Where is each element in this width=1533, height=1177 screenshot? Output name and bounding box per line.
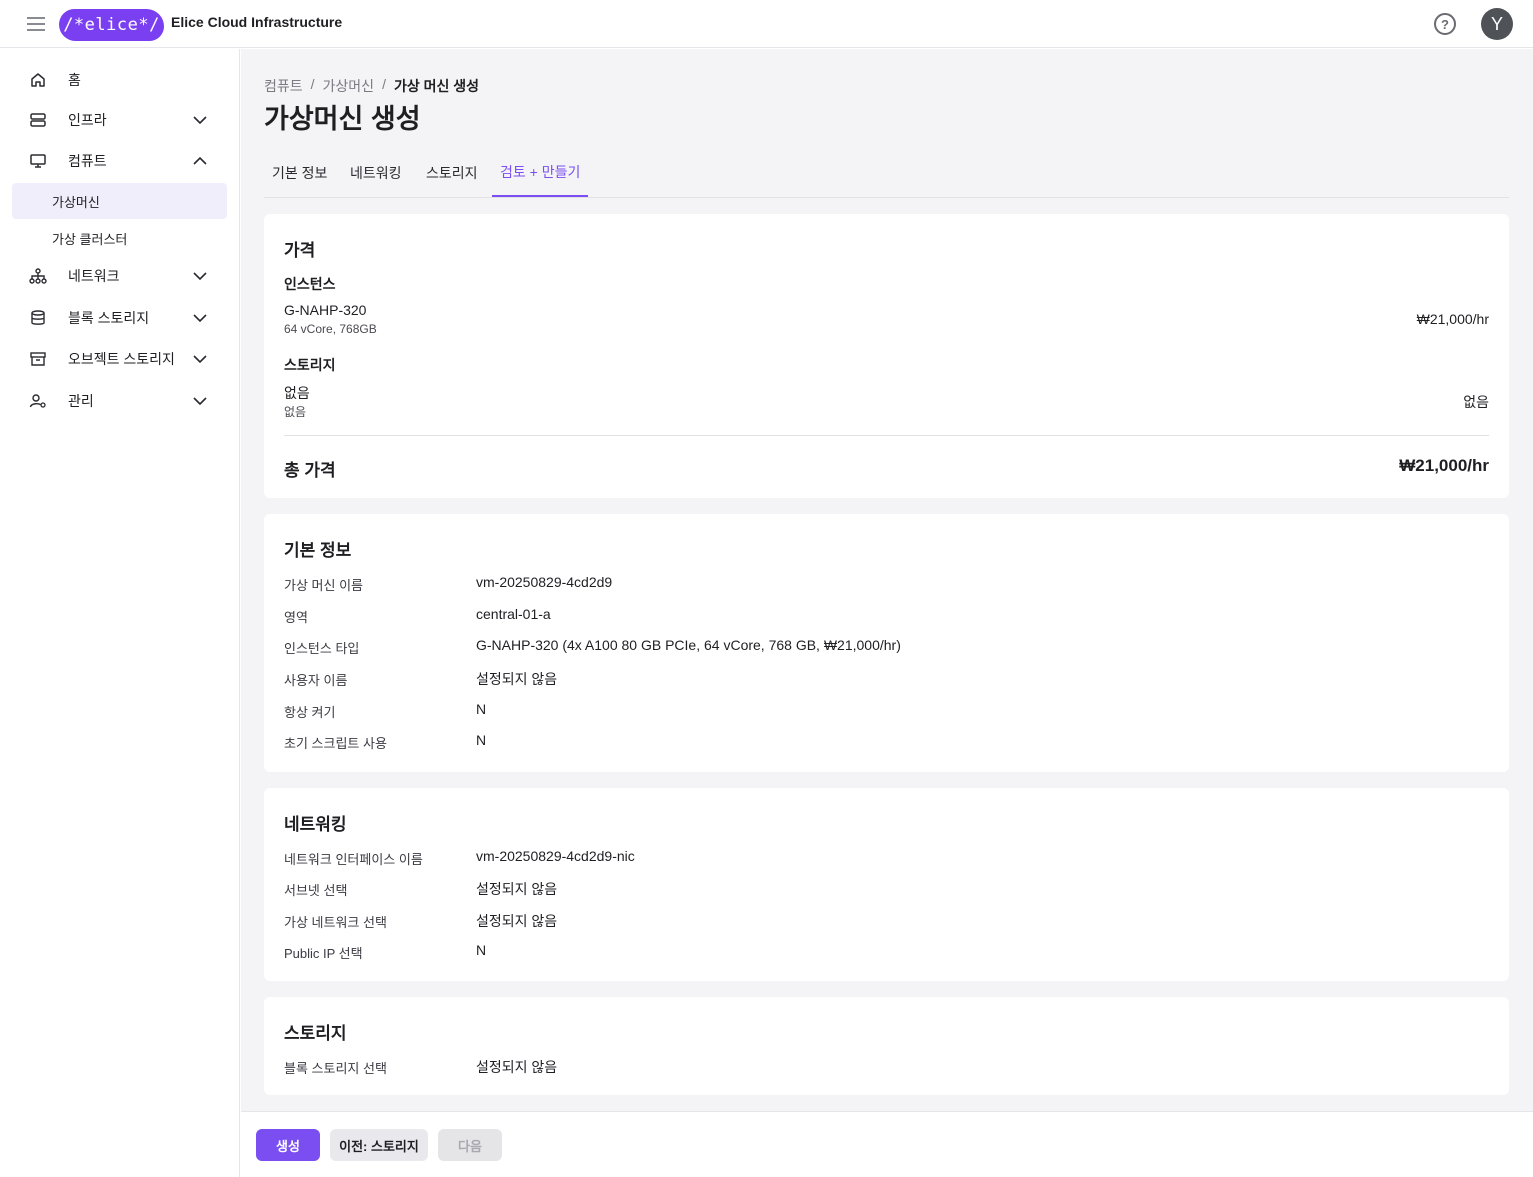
chevron-up-icon xyxy=(192,153,208,169)
breadcrumb-separator: / xyxy=(310,76,315,92)
tab-review-create[interactable]: 검토 + 만들기 xyxy=(492,149,589,197)
storage-heading: 스토리지 xyxy=(284,357,336,373)
storage-card: 스토리지 블록 스토리지 선택 설정되지 않음 xyxy=(264,997,1509,1095)
kv-key: 초기 스크립트 사용 xyxy=(284,736,387,751)
tab-bar: 기본 정보 네트워킹 스토리지 검토 + 만들기 xyxy=(264,149,1509,198)
storage-title: 스토리지 xyxy=(284,1024,347,1043)
kv-key: 사용자 이름 xyxy=(284,673,348,688)
help-icon[interactable]: ? xyxy=(1434,13,1456,35)
home-icon xyxy=(29,71,47,89)
network-icon xyxy=(29,267,47,285)
sidebar-subitem-vm[interactable]: 가상머신 xyxy=(12,183,227,219)
sidebar-item-label: 오브젝트 스토리지 xyxy=(68,351,175,367)
main-content: 컴퓨트 / 가상머신 / 가상 머신 생성 가상머신 생성 기본 정보 네트워킹… xyxy=(241,49,1533,1111)
create-button[interactable]: 생성 xyxy=(256,1129,320,1161)
sidebar-item-management[interactable]: 관리 xyxy=(12,383,227,419)
chevron-down-icon xyxy=(192,268,208,284)
action-footer: 생성 이전: 스토리지 다음 xyxy=(241,1111,1533,1177)
chevron-down-icon xyxy=(192,310,208,326)
chevron-down-icon xyxy=(192,351,208,367)
kv-value: N xyxy=(476,732,487,748)
kv-key: 항상 켜기 xyxy=(284,705,336,720)
kv-value: central-01-a xyxy=(476,606,551,622)
instance-spec: 64 vCore, 768GB xyxy=(284,322,377,336)
sidebar-subitem-virtual-cluster[interactable]: 가상 클러스터 xyxy=(12,220,227,256)
user-avatar[interactable]: Y xyxy=(1481,8,1513,40)
breadcrumb: 컴퓨트 / 가상머신 / 가상 머신 생성 xyxy=(264,76,479,96)
sidebar-item-label: 네트워크 xyxy=(68,268,120,284)
kv-key: 네트워크 인터페이스 이름 xyxy=(284,852,423,867)
tab-basic-info[interactable]: 기본 정보 xyxy=(264,149,335,197)
sidebar-item-label: 관리 xyxy=(68,393,94,409)
kv-key: 블록 스토리지 선택 xyxy=(284,1061,387,1076)
top-header: /*elice*/ Elice Cloud Infrastructure ? Y xyxy=(0,0,1533,48)
kv-value: 설정되지 않음 xyxy=(476,1059,558,1075)
archive-icon xyxy=(29,350,47,368)
breadcrumb-separator: / xyxy=(382,76,386,92)
sidebar-subitem-label: 가상머신 xyxy=(52,194,100,210)
storage-name: 없음 xyxy=(284,385,310,401)
previous-storage-button[interactable]: 이전: 스토리지 xyxy=(330,1129,428,1161)
sidebar: 홈 인프라 컴퓨트 가상머신 가상 클러스터 네트워크 블록 스토리지 오브젝트… xyxy=(0,49,240,1177)
sidebar-item-block-storage[interactable]: 블록 스토리지 xyxy=(12,300,227,336)
next-button[interactable]: 다음 xyxy=(438,1129,502,1161)
app-title: Elice Cloud Infrastructure xyxy=(171,14,343,30)
storage-price: 없음 xyxy=(1463,394,1489,410)
breadcrumb-compute[interactable]: 컴퓨트 xyxy=(264,76,303,96)
sidebar-item-compute[interactable]: 컴퓨트 xyxy=(12,143,227,179)
instance-price: ₩21,000/hr xyxy=(1416,311,1489,327)
tab-storage[interactable]: 스토리지 xyxy=(418,149,486,197)
kv-value: N xyxy=(476,701,487,717)
instance-heading: 인스턴스 xyxy=(284,276,336,292)
breadcrumb-vm[interactable]: 가상머신 xyxy=(323,76,375,96)
chevron-down-icon xyxy=(192,112,208,128)
server-icon xyxy=(29,111,47,129)
kv-value: 설정되지 않음 xyxy=(476,881,558,897)
sidebar-item-home[interactable]: 홈 xyxy=(12,62,227,98)
networking-title: 네트워킹 xyxy=(284,815,347,834)
price-title: 가격 xyxy=(284,241,316,260)
kv-key: 가상 네트워크 선택 xyxy=(284,915,387,930)
tab-networking[interactable]: 네트워킹 xyxy=(342,149,410,197)
kv-key: Public IP 선택 xyxy=(284,946,363,961)
kv-key: 인스턴스 타입 xyxy=(284,641,360,656)
sidebar-subitem-label: 가상 클러스터 xyxy=(52,231,128,247)
kv-value: N xyxy=(476,942,487,958)
total-price-label: 총 가격 xyxy=(284,461,336,480)
sidebar-item-network[interactable]: 네트워크 xyxy=(12,258,227,294)
sidebar-item-label: 인프라 xyxy=(68,112,107,128)
sidebar-item-label: 블록 스토리지 xyxy=(68,310,150,326)
monitor-icon xyxy=(29,152,47,170)
kv-value: 설정되지 않음 xyxy=(476,671,558,687)
price-divider xyxy=(284,435,1489,436)
sidebar-item-infra[interactable]: 인프라 xyxy=(12,102,227,138)
kv-value: vm-20250829-4cd2d9-nic xyxy=(476,848,635,864)
kv-value: G-NAHP-320 (4x A100 80 GB PCIe, 64 vCore… xyxy=(476,637,901,653)
basic-info-card: 기본 정보 가상 머신 이름 vm-20250829-4cd2d9 영역 cen… xyxy=(264,514,1509,772)
kv-key: 영역 xyxy=(284,610,308,625)
kv-key: 서브넷 선택 xyxy=(284,883,348,898)
elice-logo[interactable]: /*elice*/ xyxy=(59,9,164,41)
total-price-value: ₩21,000/hr xyxy=(1399,456,1489,475)
breadcrumb-current: 가상 머신 생성 xyxy=(393,78,480,94)
price-card: 가격 인스턴스 G-NAHP-320 64 vCore, 768GB ₩21,0… xyxy=(264,214,1509,498)
kv-value: vm-20250829-4cd2d9 xyxy=(476,574,613,590)
storage-spec: 없음 xyxy=(284,405,307,419)
kv-value: 설정되지 않음 xyxy=(476,913,558,929)
chevron-down-icon xyxy=(192,393,208,409)
sidebar-item-object-storage[interactable]: 오브젝트 스토리지 xyxy=(12,341,227,377)
database-icon xyxy=(29,309,47,327)
basic-info-title: 기본 정보 xyxy=(284,541,352,560)
page-title: 가상머신 생성 xyxy=(264,104,421,134)
sidebar-item-label: 컴퓨트 xyxy=(68,153,107,169)
networking-card: 네트워킹 네트워크 인터페이스 이름 vm-20250829-4cd2d9-ni… xyxy=(264,788,1509,981)
user-gear-icon xyxy=(29,392,47,410)
sidebar-item-label: 홈 xyxy=(68,72,81,88)
instance-name: G-NAHP-320 xyxy=(284,302,367,318)
kv-key: 가상 머신 이름 xyxy=(284,578,363,593)
